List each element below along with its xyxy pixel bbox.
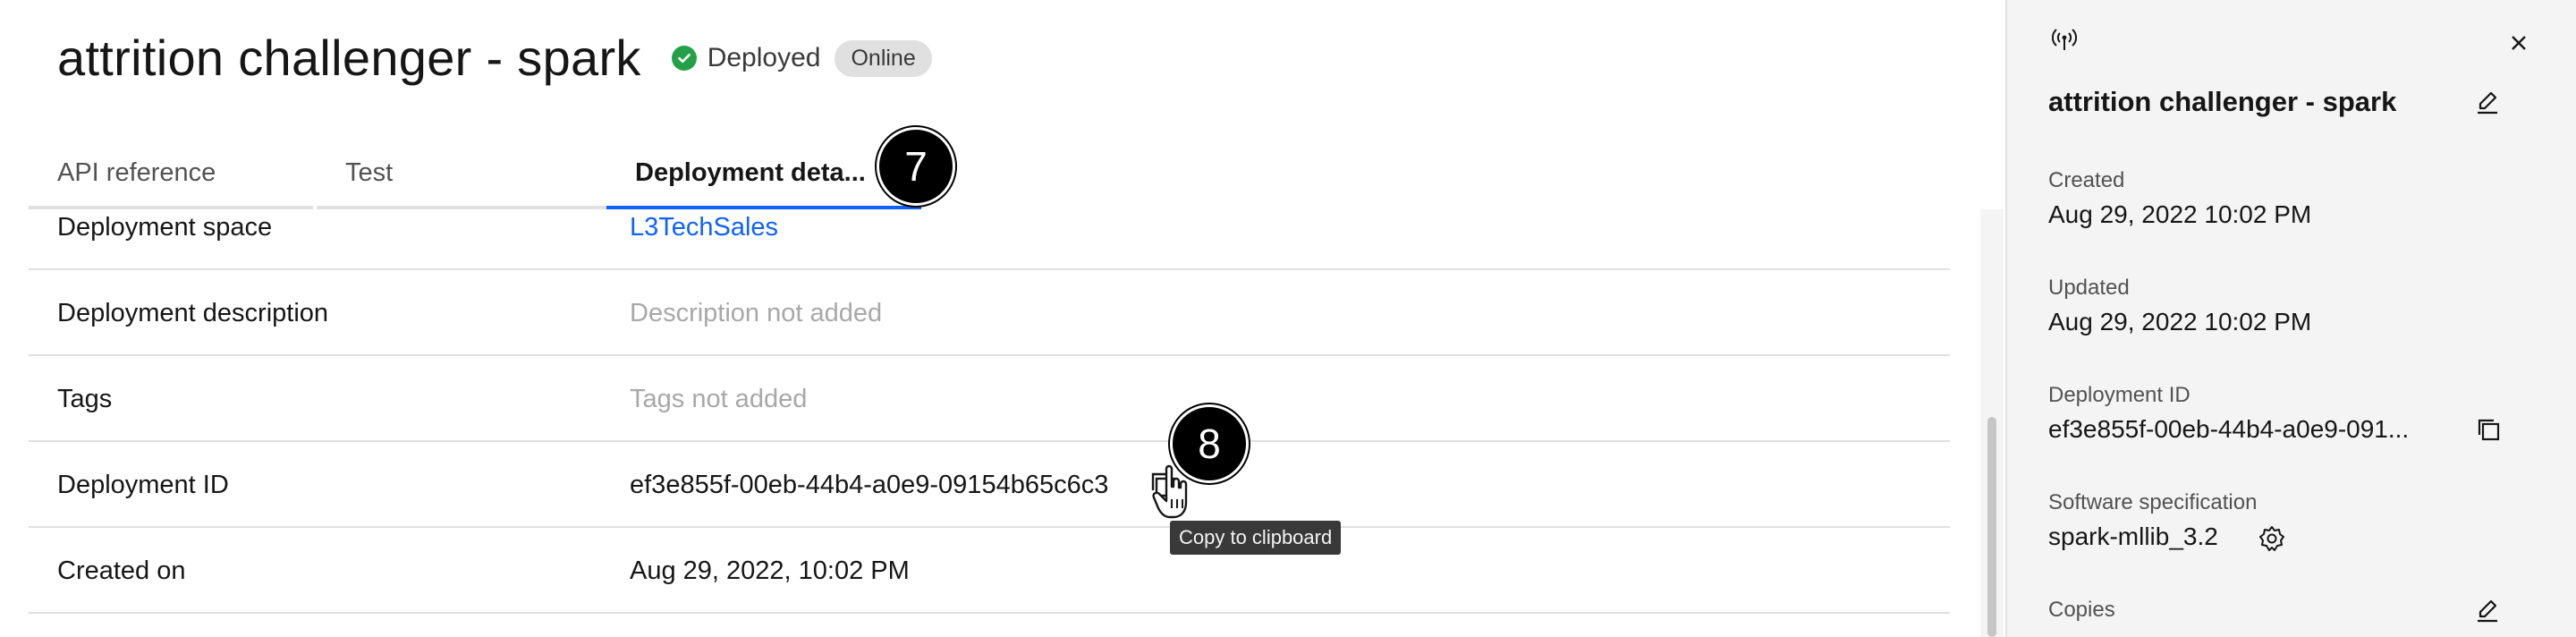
close-icon[interactable] [2508,32,2529,58]
step-marker-8: 8 [1170,404,1249,483]
deployed-status: Deployed Online [671,39,932,77]
updated-label: Updated [2048,276,2130,300]
software-spec-label: Software specification [2048,490,2258,514]
scrollbar-thumb[interactable] [1987,417,1996,637]
tab-deployment-details[interactable]: Deployment deta... [606,141,921,209]
status-label: Deployed [707,43,821,72]
row-value: Tags not added [630,385,808,413]
software-spec-link[interactable]: spark-mllib_3.2 [2048,522,2218,551]
table-row: Deployment ID ef3e855f-00eb-44b4-a0e9-09… [29,442,1950,528]
broadcast-icon [2051,27,2078,56]
title-row: attrition challenger - spark Deployed On… [57,27,932,89]
row-value: Description not added [630,299,883,327]
deployment-space-link[interactable]: L3TechSales [630,209,778,270]
row-label: Deployment ID [57,471,229,499]
created-label: Created [2048,168,2125,192]
tab-list: API reference Test Deployment deta... [29,141,923,209]
copy-icon[interactable] [2474,415,2503,448]
deployment-id-label: Deployment ID [2048,383,2190,407]
details-table: Deployment space L3TechSales Deployment … [29,209,1950,637]
edit-icon[interactable] [2474,89,2501,121]
row-label: Deployment description [57,299,329,327]
gear-icon[interactable] [2258,524,2286,557]
row-value: Aug 29, 2022, 10:02 PM [630,556,910,585]
updated-value: Aug 29, 2022 10:02 PM [2048,308,2312,335]
table-row: Deployment space L3TechSales [29,209,1950,270]
checkmark-icon [671,46,697,71]
table-row: Tags Tags not added [29,356,1950,442]
side-panel: attrition challenger - spark Created Aug… [2007,0,2576,637]
row-label: Tags [57,385,113,413]
row-label: Created on [57,556,186,585]
copies-label: Copies [2048,598,2115,622]
row-label: Deployment space [57,213,273,242]
table-row: Created on Aug 29, 2022, 10:02 PM [29,528,1950,614]
page-title: attrition challenger - spark [57,30,641,86]
panel-title: attrition challenger - spark [2048,86,2397,117]
step-marker-7: 7 [877,127,955,206]
created-value: Aug 29, 2022 10:02 PM [2048,200,2312,228]
main-content: attrition challenger - spark Deployed On… [0,0,2004,637]
tab-test[interactable]: Test [317,141,630,209]
copy-tooltip: Copy to clipboard [1170,521,1342,555]
online-badge: Online [835,39,932,77]
edit-icon[interactable] [2474,598,2501,629]
tab-api-reference[interactable]: API reference [29,141,313,209]
table-row: Deployment description Description not a… [29,270,1950,356]
deployment-id-value: ef3e855f-00eb-44b4-a0e9-091... [2048,415,2410,443]
deployment-id-value: ef3e855f-00eb-44b4-a0e9-09154b65c6c3 [630,471,1109,499]
